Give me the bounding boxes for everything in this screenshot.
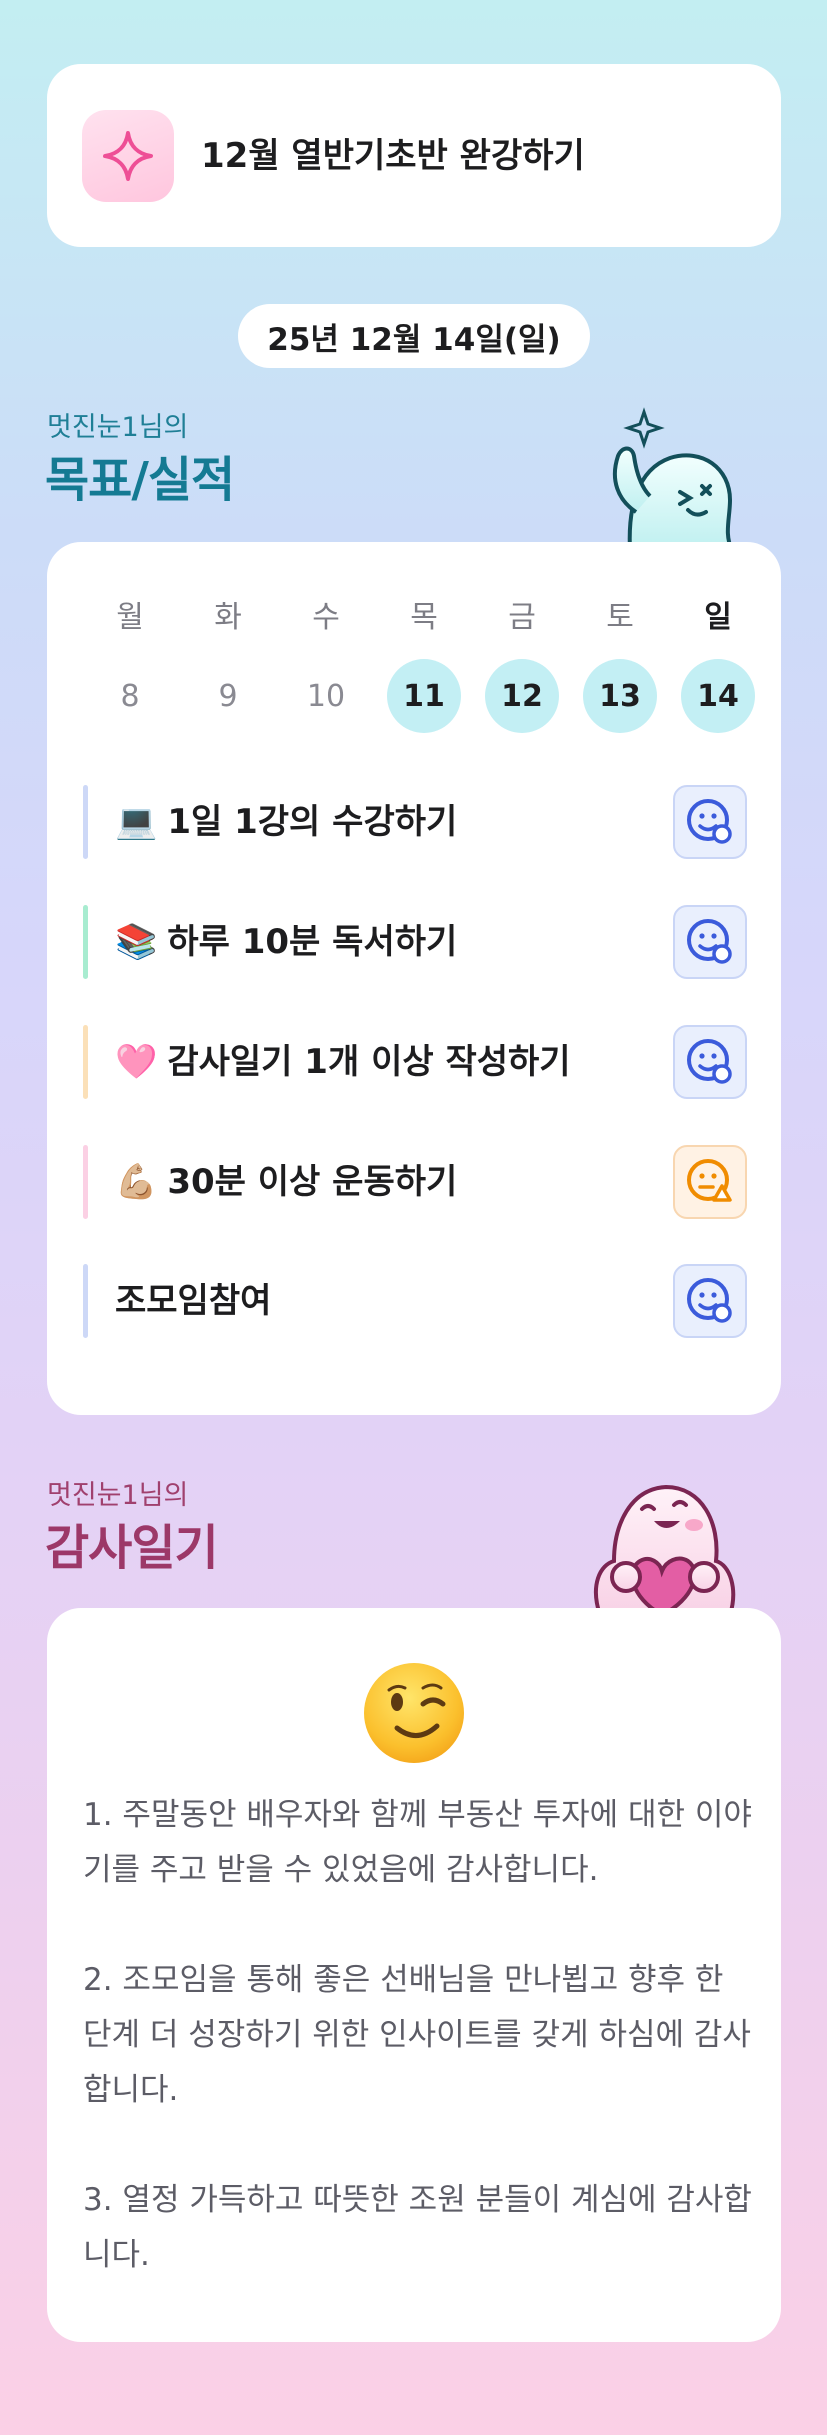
weekday-label: 월 — [116, 600, 144, 635]
task-text: 30분 이상 운동하기 — [167, 1162, 458, 1202]
day-number-12[interactable]: 12 — [485, 659, 559, 733]
smile-check-icon[interactable] — [673, 1025, 747, 1099]
thanks-section-subtitle: 멋진눈1님의 — [47, 1480, 189, 1511]
smile-check-icon[interactable] — [673, 785, 747, 859]
day-number-14[interactable]: 14 — [681, 659, 755, 733]
day-number-8[interactable]: 8 — [93, 659, 167, 733]
thanks-item: 1. 주말동안 배우자와 함께 부동산 투자에 대한 이야기를 주고 받을 수 … — [83, 1797, 752, 1888]
task-text: 1일 1강의 수강하기 — [167, 802, 458, 842]
task-row[interactable]: 🩷 감사일기 1개 이상 작성하기 — [83, 1025, 747, 1099]
task-label: 💻 1일 1강의 수강하기 — [115, 798, 457, 846]
weekday-label: 화 — [214, 600, 242, 635]
ghost-mascot-icon — [612, 407, 735, 550]
smile-check-icon[interactable] — [673, 905, 747, 979]
weekday-label: 일 — [704, 600, 732, 635]
goal-card[interactable]: 12월 열반기초반 완강하기 — [47, 64, 781, 247]
goals-section-title: 목표/실적 — [45, 452, 235, 508]
wink-emoji-icon — [364, 1663, 464, 1763]
day-number-13[interactable]: 13 — [583, 659, 657, 733]
weekday-label: 수 — [312, 600, 340, 635]
task-emoji-icon: 📚 — [115, 922, 158, 962]
thanks-item: 2. 조모임을 통해 좋은 선배님을 만나뵙고 향후 한 단계 더 성장하기 위… — [83, 1962, 751, 2108]
weekday-label: 목 — [410, 600, 438, 635]
thanks-item: 3. 열정 가득하고 따뜻한 조원 분들이 계심에 감사합니다. — [83, 2182, 752, 2273]
task-label: 조모임참여 — [115, 1277, 271, 1325]
day-number-10[interactable]: 10 — [289, 659, 363, 733]
task-color-bar — [83, 785, 88, 859]
meh-warning-icon[interactable] — [673, 1145, 747, 1219]
task-color-bar — [83, 1264, 88, 1338]
weekday-label: 토 — [606, 600, 634, 635]
goals-card: 월 8 화 9 수 10 목 11 금 12 토 13 일 14 💻 1일 1강의 수강하기 📚 하루 10분 … — [47, 542, 781, 1415]
task-row[interactable]: 조모임참여 — [83, 1264, 747, 1338]
weekday-label: 금 — [508, 600, 536, 635]
task-color-bar — [83, 1145, 88, 1219]
task-label: 💪🏼 30분 이상 운동하기 — [115, 1158, 457, 1206]
task-text: 조모임참여 — [115, 1281, 272, 1321]
heart-mascot-icon — [594, 1484, 736, 1615]
date-pill: 25년 12월 14일(일) — [238, 304, 590, 368]
task-text: 감사일기 1개 이상 작성하기 — [167, 1042, 571, 1082]
day-number-11[interactable]: 11 — [387, 659, 461, 733]
task-row[interactable]: 💪🏼 30분 이상 운동하기 — [83, 1145, 747, 1219]
sparkle-icon — [82, 110, 174, 202]
task-color-bar — [83, 905, 88, 979]
task-text: 하루 10분 독서하기 — [167, 922, 458, 962]
thanks-text: 1. 주말동안 배우자와 함께 부동산 투자에 대한 이야기를 주고 받을 수 … — [83, 1788, 753, 2338]
task-emoji-icon: 💻 — [115, 802, 158, 842]
task-emoji-icon: 💪🏼 — [115, 1162, 158, 1202]
thanks-section-title: 감사일기 — [45, 1520, 219, 1576]
task-label: 🩷 감사일기 1개 이상 작성하기 — [115, 1038, 571, 1086]
smile-check-icon[interactable] — [673, 1264, 747, 1338]
thanks-card: 1. 주말동안 배우자와 함께 부동산 투자에 대한 이야기를 주고 받을 수 … — [47, 1608, 781, 2342]
goals-section-subtitle: 멋진눈1님의 — [47, 412, 189, 443]
day-number-9[interactable]: 9 — [191, 659, 265, 733]
task-row[interactable]: 💻 1일 1강의 수강하기 — [83, 785, 747, 859]
goal-title: 12월 열반기초반 완강하기 — [201, 136, 585, 176]
task-row[interactable]: 📚 하루 10분 독서하기 — [83, 905, 747, 979]
task-emoji-icon: 🩷 — [115, 1042, 158, 1082]
task-color-bar — [83, 1025, 88, 1099]
task-label: 📚 하루 10분 독서하기 — [115, 918, 457, 966]
